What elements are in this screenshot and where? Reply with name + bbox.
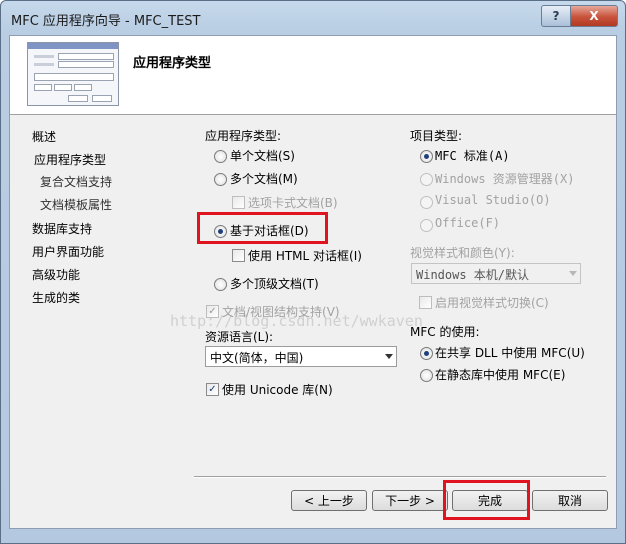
static-lib-radio[interactable] <box>420 369 433 382</box>
footer-separator <box>194 476 606 478</box>
watermark-text: http://blog.csdn.net/wwkaven <box>170 312 423 330</box>
multi-doc-radio[interactable] <box>214 173 227 186</box>
mfc-standard-label[interactable]: MFC 标准(A) <box>435 147 510 164</box>
visual-style-switch-label: 启用视觉样式切换(C) <box>435 296 549 310</box>
mfc-standard-radio[interactable] <box>420 150 433 163</box>
multi-toplevel-label[interactable]: 多个顶级文档(T) <box>230 275 319 292</box>
resource-lang-value: 中文(简体，中国) <box>210 351 304 365</box>
wizard-client: 应用程序类型 概述 应用程序类型 复合文档支持 文档模板属性 数据库支持 用户界… <box>9 35 617 529</box>
visual-style-dropdown[interactable]: Windows 本机/默认 <box>411 263 581 284</box>
nav-item-advanced[interactable]: 高级功能 <box>32 266 80 283</box>
app-type-label: 应用程序类型: <box>205 129 282 143</box>
visual-style-switch-checkbox[interactable] <box>419 296 432 309</box>
cancel-button[interactable]: 取消 <box>532 490 608 511</box>
page-title: 应用程序类型 <box>133 56 212 71</box>
shared-dll-label[interactable]: 在共享 DLL 中使用 MFC(U) <box>435 344 585 361</box>
use-html-dialog-checkbox[interactable] <box>232 249 245 262</box>
shared-dll-radio[interactable] <box>420 347 433 360</box>
highlight-dialog-based <box>197 212 328 244</box>
nav-item-database[interactable]: 数据库支持 <box>32 220 92 237</box>
multi-toplevel-radio[interactable] <box>214 278 227 291</box>
multi-doc-label[interactable]: 多个文档(M) <box>230 170 298 187</box>
office-radio[interactable] <box>420 219 433 232</box>
project-type-label: 项目类型: <box>410 129 463 143</box>
close-button[interactable]: X <box>570 5 618 27</box>
visual-style-label: 视觉样式和颜色(Y): <box>410 246 515 260</box>
unicode-label-text: 使用 Unicode 库(N) <box>222 383 333 397</box>
windows-explorer-radio[interactable] <box>420 173 433 186</box>
nav-item-doc-template[interactable]: 文档模板属性 <box>40 196 112 213</box>
chevron-down-icon <box>385 354 393 359</box>
use-html-dialog-label[interactable]: 使用 HTML 对话框(I) <box>248 247 362 264</box>
nav-item-app-type[interactable]: 应用程序类型 <box>34 151 106 168</box>
static-lib-label[interactable]: 在静态库中使用 MFC(E) <box>435 366 565 383</box>
title-bar: MFC 应用程序向导 - MFC_TEST ? X <box>1 1 625 35</box>
visual-style-value: Windows 本机/默认 <box>416 268 530 282</box>
single-doc-label[interactable]: 单个文档(S) <box>230 147 295 164</box>
prev-button[interactable]: < 上一步 <box>291 490 367 511</box>
tabbed-docs-checkbox[interactable] <box>232 196 245 209</box>
window-title: MFC 应用程序向导 - MFC_TEST <box>11 14 201 29</box>
unicode-label[interactable]: 使用 Unicode 库(N) <box>222 381 333 398</box>
office-label: Office(F) <box>435 216 501 230</box>
chevron-down-icon <box>569 271 577 276</box>
nav-item-overview[interactable]: 概述 <box>32 128 56 145</box>
visual-studio-radio[interactable] <box>420 196 433 209</box>
help-button[interactable]: ? <box>541 5 570 27</box>
next-button[interactable]: 下一步 > <box>372 490 448 511</box>
wizard-header: 应用程序类型 <box>10 36 616 115</box>
tabbed-docs-label: 选项卡式文档(B) <box>248 196 338 210</box>
resource-lang-dropdown[interactable]: 中文(简体，中国) <box>205 346 397 367</box>
resource-lang-label: 资源语言(L): <box>205 330 274 344</box>
highlight-finish <box>443 480 530 520</box>
nav-item-compound-doc[interactable]: 复合文档支持 <box>40 173 112 190</box>
nav-item-ui-features[interactable]: 用户界面功能 <box>32 243 104 260</box>
windows-explorer-label: Windows 资源管理器(X) <box>435 172 575 186</box>
nav-item-generated-classes[interactable]: 生成的类 <box>32 289 80 306</box>
dialog-preview-image <box>27 42 119 106</box>
single-doc-radio[interactable] <box>214 150 227 163</box>
wizard-window: MFC 应用程序向导 - MFC_TEST ? X 应用程序类型 概述 应用程序… <box>0 0 626 544</box>
visual-studio-label: Visual Studio(O) <box>435 193 551 207</box>
unicode-checkbox[interactable]: ✓ <box>206 383 219 396</box>
